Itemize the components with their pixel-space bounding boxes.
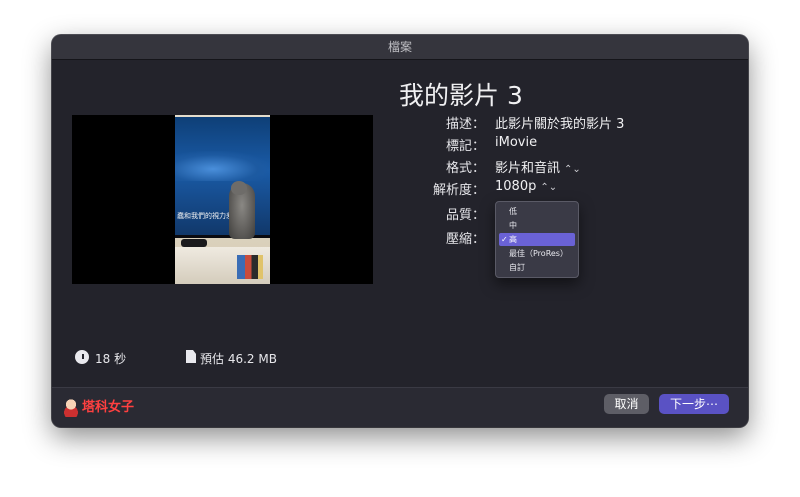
- books: [237, 255, 263, 279]
- description-field[interactable]: 此影片關於我的影片 3: [495, 113, 624, 132]
- game-controller: [181, 239, 207, 247]
- document-icon: [186, 350, 196, 363]
- format-select[interactable]: 影片和音訊 ⌃⌄: [495, 157, 581, 176]
- tags-label: 標記：: [445, 139, 485, 154]
- up-down-chevron-icon: ⌃⌄: [540, 182, 558, 193]
- share-file-dialog: 檔案 蠢和我們的視力差異 我的影片 3 描述： 此影片關於我的影片 3 標記： …: [52, 35, 748, 427]
- mascot-icon: [64, 398, 78, 417]
- format-label: 格式：: [445, 161, 485, 176]
- format-value: 影片和音訊: [495, 161, 561, 176]
- cat-head: [231, 181, 247, 195]
- video-preview: 蠢和我們的視力差異: [72, 115, 373, 284]
- resolution-label: 解析度：: [432, 183, 485, 198]
- tv-wave: [175, 151, 270, 181]
- video-title[interactable]: 我的影片 3: [399, 76, 523, 112]
- brand-watermark: 塔科女子: [64, 398, 134, 418]
- resolution-value: 1080p: [495, 179, 537, 194]
- estimated-size-text: 預估 46.2 MB: [200, 352, 277, 366]
- checkmark-icon: ✓: [501, 235, 508, 244]
- tags-field[interactable]: iMovie: [495, 135, 537, 150]
- up-down-chevron-icon: ⌃⌄: [564, 164, 581, 175]
- dialog-footer: 塔科女子 取消 下一步⋯: [52, 387, 748, 427]
- quality-option-high[interactable]: ✓ 高: [499, 233, 575, 246]
- resolution-select[interactable]: 1080p ⌃⌄: [495, 179, 557, 194]
- compression-label: 壓縮：: [445, 232, 485, 247]
- quality-label: 品質：: [445, 208, 485, 223]
- video-frame: 蠢和我們的視力差異: [175, 115, 270, 284]
- quality-option-best-prores[interactable]: 最佳（ProRes）: [499, 247, 575, 260]
- quality-option-low[interactable]: 低: [499, 205, 575, 218]
- quality-option-custom[interactable]: 自訂: [499, 261, 575, 274]
- brand-name: 塔科女子: [82, 400, 135, 415]
- next-button[interactable]: 下一步⋯: [659, 394, 729, 414]
- clock-icon: [75, 350, 89, 364]
- window-title: 檔案: [52, 35, 748, 60]
- description-label: 描述：: [445, 117, 485, 132]
- quality-option-medium[interactable]: 中: [499, 219, 575, 232]
- cancel-button[interactable]: 取消: [604, 394, 649, 414]
- duration-text: 18 秒: [95, 352, 127, 366]
- quality-popup-menu[interactable]: 低 中 ✓ 高 最佳（ProRes） 自訂: [495, 201, 579, 278]
- tv-screen: 蠢和我們的視力差異: [175, 117, 270, 238]
